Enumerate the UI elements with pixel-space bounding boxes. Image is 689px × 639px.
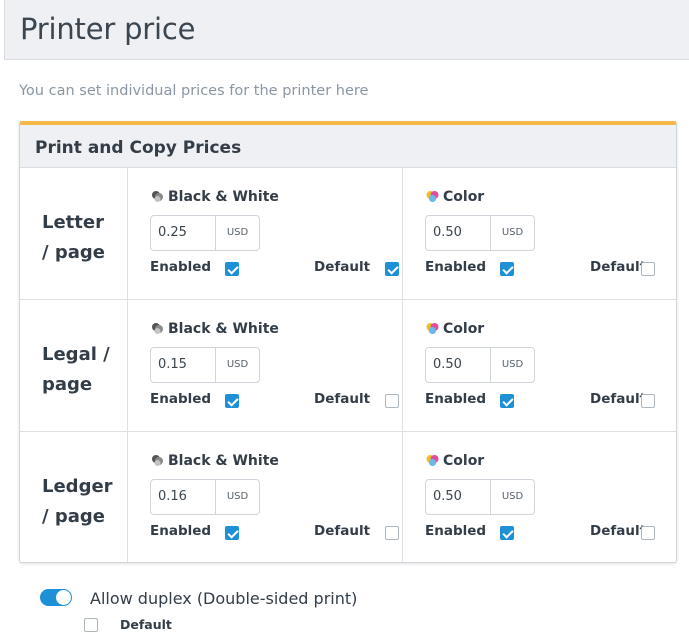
bw-default-checkbox[interactable] [385,526,399,540]
bw-title-text: Black & White [168,453,279,469]
bw-price-cell: Black & White 0.16 USD Enabled Default [128,432,403,562]
color-price-input[interactable]: 0.50 [426,480,491,514]
price-row: Ledger / page Black & White 0.16 USD Ena… [20,431,676,562]
default-label: Default [590,391,647,407]
duplex-default-label: Default [120,617,172,632]
default-label: Default [314,523,371,539]
color-enabled-checkbox[interactable] [500,394,514,408]
page-header: Printer price [4,0,689,60]
paper-size-label: Legal / page [42,344,110,395]
duplex-label: Allow duplex (Double-sided print) [90,589,358,608]
enabled-label: Enabled [425,523,487,539]
paper-size-label: Letter / page [42,212,105,263]
color-title-text: Color [443,453,485,469]
bw-price-field: 0.16 USD [150,479,260,515]
color-default-checkbox[interactable] [641,526,655,540]
enabled-label: Enabled [150,259,212,275]
color-enabled-checkbox[interactable] [500,526,514,540]
bw-enabled-checkbox[interactable] [225,394,239,408]
color-title: Color [426,453,484,471]
color-title: Color [426,189,484,207]
color-default-checkbox[interactable] [641,262,655,276]
currency-label: USD [226,227,249,238]
color-title: Color [426,321,484,339]
color-title-text: Color [443,321,485,337]
page-subtitle: You can set individual prices for the pr… [19,83,369,99]
bw-enabled-checkbox[interactable] [225,262,239,276]
duplex-default-checkbox[interactable] [84,618,98,632]
enabled-label: Enabled [150,391,212,407]
color-price-input[interactable]: 0.50 [426,348,491,382]
card-header: Print and Copy Prices [20,125,676,168]
enabled-label: Enabled [150,523,212,539]
color-price-field: 0.50 USD [425,215,535,251]
color-price-input[interactable]: 0.50 [426,216,491,250]
paper-size-label: Ledger / page [42,476,113,527]
toggle-knob [56,590,71,605]
bw-default-checkbox[interactable] [385,262,399,276]
color-price-field: 0.50 USD [425,347,535,383]
price-row: Legal / page Black & White 0.15 USD Enab… [20,299,676,431]
default-label: Default [590,523,647,539]
currency-label: USD [501,359,524,370]
enabled-label: Enabled [425,259,487,275]
bw-title: Black & White [151,189,279,207]
bw-title: Black & White [151,453,279,471]
bw-price-input[interactable]: 0.25 [151,216,216,250]
color-enabled-checkbox[interactable] [500,262,514,276]
color-price-cell: Color 0.50 USD Enabled Default [403,168,676,299]
color-price-field: 0.50 USD [425,479,535,515]
currency-label: USD [226,491,249,502]
enabled-label: Enabled [425,391,487,407]
bw-title: Black & White [151,321,279,339]
bw-price-cell: Black & White 0.15 USD Enabled Default [128,300,403,431]
color-toner-icon [426,322,439,339]
currency-label: USD [226,359,249,370]
color-toner-icon [426,454,439,471]
bw-title-text: Black & White [168,321,279,337]
default-label: Default [590,259,647,275]
color-title-text: Color [443,189,485,205]
color-default-checkbox[interactable] [641,394,655,408]
paper-size-cell: Legal / page [20,300,128,431]
page-title: Printer price [20,12,196,46]
paper-size-cell: Letter / page [20,168,128,299]
price-row: Letter / page Black & White 0.25 USD Ena… [20,168,676,299]
bw-price-input[interactable]: 0.15 [151,348,216,382]
bw-price-input[interactable]: 0.16 [151,480,216,514]
bw-enabled-checkbox[interactable] [225,526,239,540]
color-price-cell: Color 0.50 USD Enabled Default [403,300,676,431]
duplex-toggle[interactable] [40,589,72,606]
color-toner-icon [426,190,439,207]
default-label: Default [314,391,371,407]
bw-price-field: 0.15 USD [150,347,260,383]
bw-toner-icon [151,454,164,471]
print-copy-prices-card: Print and Copy Prices Letter / page Blac… [19,121,677,563]
paper-size-cell: Ledger / page [20,432,128,562]
bw-default-checkbox[interactable] [385,394,399,408]
bw-price-field: 0.25 USD [150,215,260,251]
bw-toner-icon [151,322,164,339]
bw-price-cell: Black & White 0.25 USD Enabled Default [128,168,403,299]
default-label: Default [314,259,371,275]
card-title: Print and Copy Prices [35,138,242,158]
currency-label: USD [501,227,524,238]
color-price-cell: Color 0.50 USD Enabled Default [403,432,676,562]
bw-title-text: Black & White [168,189,279,205]
currency-label: USD [501,491,524,502]
bw-toner-icon [151,190,164,207]
